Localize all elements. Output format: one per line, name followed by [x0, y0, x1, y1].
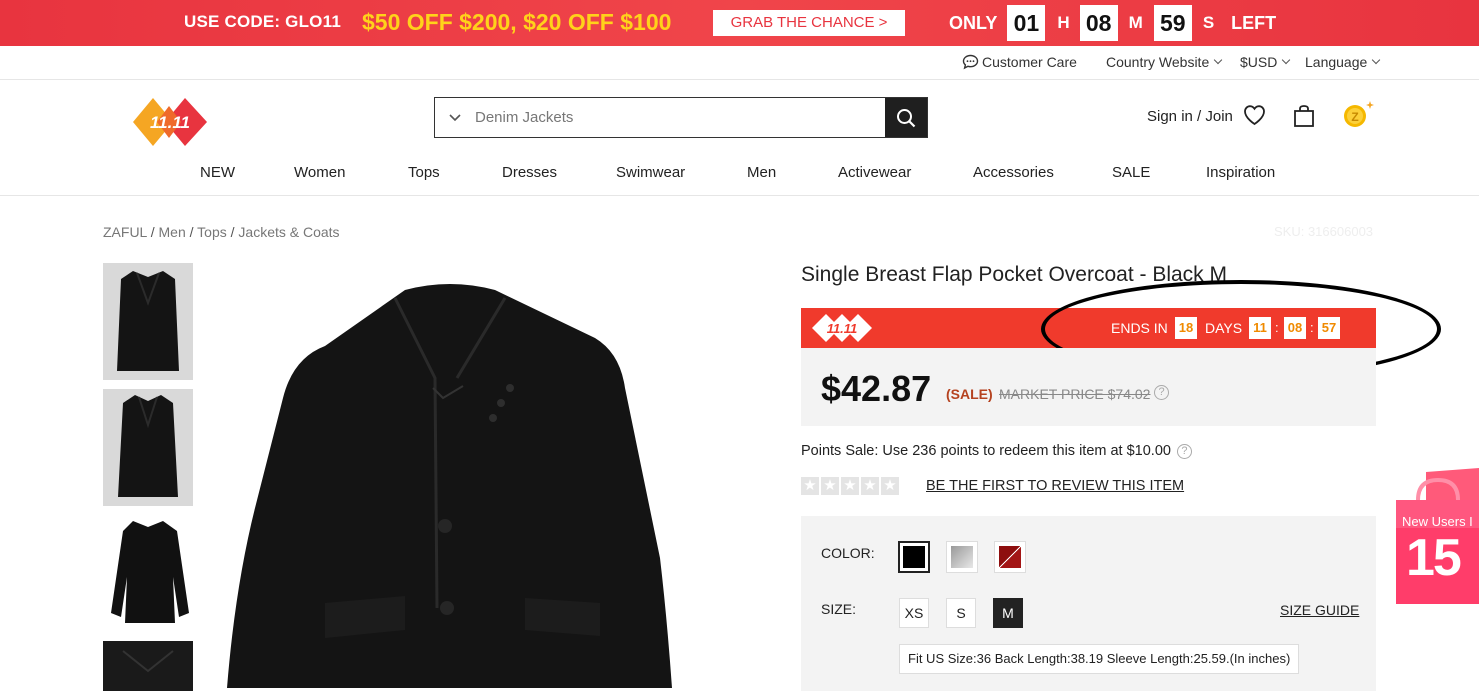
size-xs-button[interactable]: XS	[899, 598, 929, 628]
breadcrumb: ZAFUL / Men / Tops / Jackets & Coats	[103, 224, 340, 240]
color-swatch-black[interactable]	[898, 541, 930, 573]
thumbnail-1[interactable]	[103, 263, 193, 380]
promo-banner: USE CODE: GLO11 $50 OFF $200, $20 OFF $1…	[0, 0, 1479, 46]
size-guide-link[interactable]: SIZE GUIDE	[1280, 602, 1359, 618]
heart-icon[interactable]	[1243, 104, 1266, 126]
promo-countdown: ONLY 01 H 08 M 59 S LEFT	[949, 5, 1276, 41]
star-icon: ★	[881, 477, 899, 495]
logo-text: 11.11	[150, 113, 190, 132]
currency-label: $USD	[1240, 54, 1278, 70]
breadcrumb-separator: /	[150, 224, 159, 240]
first-review-link[interactable]: BE THE FIRST TO REVIEW THIS ITEM	[926, 478, 1184, 494]
nav-new[interactable]: NEW	[200, 164, 235, 181]
customer-care-label: Customer Care	[982, 54, 1077, 70]
utility-bar: Customer Care Country Website $USD Langu…	[0, 46, 1479, 80]
search-input[interactable]	[475, 98, 885, 137]
nav-dresses[interactable]: Dresses	[502, 164, 557, 181]
svg-text:Z: Z	[1351, 110, 1358, 124]
nav-tops[interactable]: Tops	[408, 164, 440, 181]
breadcrumb-tops[interactable]: Tops	[197, 224, 227, 240]
nav-activewear[interactable]: Activewear	[838, 164, 911, 181]
main-nav: NEW Women Tops Dresses Swimwear Men Acti…	[0, 158, 1479, 196]
sign-in-link[interactable]: Sign in / Join	[1147, 108, 1233, 125]
color-label: COLOR:	[821, 545, 875, 561]
size-label: SIZE:	[821, 601, 857, 617]
coat-thumbnail-image	[122, 650, 174, 673]
country-website-dropdown[interactable]: Country Website	[1106, 54, 1223, 70]
nav-swimwear[interactable]: Swimwear	[616, 164, 685, 181]
market-price: MARKET PRICE $74.02	[999, 386, 1151, 402]
new-users-number: 15	[1406, 529, 1462, 587]
countdown-s: S	[1202, 13, 1215, 32]
help-icon[interactable]: ?	[1154, 385, 1169, 400]
star-icon: ★	[821, 477, 839, 495]
countdown-seconds: 59	[1153, 5, 1192, 41]
promo-deal: $50 OFF $200, $20 OFF $100	[362, 9, 672, 35]
countdown-hours: 01	[1007, 5, 1046, 41]
thumbnail-3[interactable]	[103, 515, 193, 631]
customer-care-link[interactable]: Customer Care	[962, 54, 1077, 70]
sale-label: (SALE)	[946, 386, 993, 402]
points-text: Points Sale: Use 236 points to redeem th…	[801, 443, 1171, 459]
sku-label: SKU: 316606003	[1274, 224, 1374, 239]
size-m-button[interactable]: M	[993, 598, 1023, 628]
star-icon: ★	[861, 477, 879, 495]
chevron-down-icon	[449, 113, 461, 121]
color-swatch-red[interactable]	[994, 541, 1026, 573]
price-box: $42.87 (SALE) MARKET PRICE $74.02 ?	[801, 348, 1376, 426]
flash-sale-badge: 11.11	[812, 314, 872, 342]
thumbnail-4[interactable]	[103, 641, 193, 691]
points-coin-icon[interactable]: Z	[1341, 100, 1375, 130]
site-logo[interactable]: 11.11	[131, 96, 209, 148]
nav-women[interactable]: Women	[294, 164, 345, 181]
new-users-text: New Users I	[1402, 514, 1473, 529]
promo-code: USE CODE: GLO11	[184, 12, 341, 31]
nav-sale[interactable]: SALE	[1112, 164, 1150, 181]
search-category-dropdown[interactable]	[435, 98, 475, 137]
search-bar	[434, 97, 928, 138]
rating-stars: ★ ★ ★ ★ ★	[801, 477, 899, 495]
chevron-down-icon	[1282, 55, 1291, 65]
size-s-button[interactable]: S	[946, 598, 976, 628]
new-users-banner[interactable]: New Users I 15	[1396, 468, 1479, 604]
star-icon: ★	[801, 477, 819, 495]
countdown-left: LEFT	[1231, 12, 1277, 33]
countdown-m: M	[1128, 13, 1143, 32]
breadcrumb-jackets[interactable]: Jackets & Coats	[238, 224, 339, 240]
shopping-bag-icon[interactable]	[1293, 104, 1315, 128]
options-box: COLOR: SIZE: XS S M SIZE GUIDE Fit US Si…	[801, 516, 1376, 691]
country-label: Country Website	[1106, 54, 1210, 70]
search-button[interactable]	[885, 98, 927, 137]
chevron-down-icon	[1372, 55, 1381, 65]
coat-thumbnail-image	[111, 521, 189, 623]
star-icon: ★	[841, 477, 859, 495]
nav-men[interactable]: Men	[747, 164, 776, 181]
nav-accessories[interactable]: Accessories	[973, 164, 1054, 181]
language-label: Language	[1305, 54, 1368, 70]
coat-thumbnail-image	[118, 395, 178, 497]
search-icon	[897, 108, 916, 127]
thumbnail-2[interactable]	[103, 389, 193, 506]
breadcrumb-men[interactable]: Men	[159, 224, 186, 240]
countdown-h: H	[1057, 13, 1070, 32]
help-icon[interactable]: ?	[1176, 443, 1192, 459]
product-main-image	[227, 284, 672, 688]
chat-icon	[962, 54, 979, 70]
color-swatch-gray[interactable]	[946, 541, 978, 573]
product-price: $42.87	[821, 368, 932, 409]
grab-chance-button[interactable]: GRAB THE CHANCE >	[713, 10, 905, 36]
coat-thumbnail-image	[117, 271, 179, 371]
chevron-down-icon	[1213, 55, 1223, 65]
breadcrumb-zaful[interactable]: ZAFUL	[103, 224, 147, 240]
points-sale-info: Points Sale: Use 236 points to redeem th…	[801, 443, 1192, 459]
countdown-minutes: 08	[1079, 5, 1118, 41]
language-dropdown[interactable]: Language	[1305, 54, 1381, 70]
currency-dropdown[interactable]: $USD	[1240, 54, 1291, 70]
flash-badge-text: 11.11	[827, 321, 858, 336]
fit-info: Fit US Size:36 Back Length:38.19 Sleeve …	[899, 644, 1300, 674]
nav-inspiration[interactable]: Inspiration	[1206, 164, 1275, 181]
countdown-only: ONLY	[949, 12, 998, 33]
